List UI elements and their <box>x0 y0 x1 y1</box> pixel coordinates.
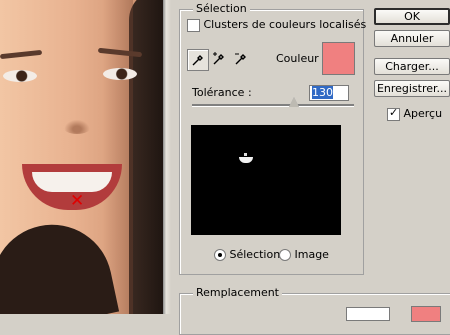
window-divider <box>163 0 171 314</box>
radio-image-label: Image <box>294 248 329 261</box>
radio-image-option[interactable]: Image <box>279 248 329 261</box>
radio-selection-option[interactable]: Sélection <box>214 248 280 261</box>
color-swatch[interactable] <box>322 42 355 75</box>
sample-point-icon: ✕ <box>70 191 85 211</box>
preview-option[interactable]: Aperçu <box>387 106 443 121</box>
hair-lower <box>0 213 120 314</box>
left-brow <box>0 49 43 60</box>
save-button[interactable]: Enregistrer... <box>374 80 450 97</box>
replacement-group <box>179 293 450 335</box>
selection-group-title: Sélection <box>193 2 250 15</box>
radio-selection-label: Sélection <box>229 248 281 261</box>
tolerance-input[interactable]: 130 <box>309 85 349 101</box>
tolerance-slider-thumb[interactable] <box>289 97 299 107</box>
preview-label: Aperçu <box>403 107 443 120</box>
clusters-checkbox[interactable] <box>187 18 200 32</box>
tolerance-slider[interactable] <box>192 104 354 107</box>
clusters-label: Clusters de couleurs localisés <box>203 18 367 31</box>
radio-selection[interactable] <box>214 249 226 261</box>
hair-shape <box>129 0 163 314</box>
ok-button[interactable]: OK <box>374 8 450 25</box>
eyedropper-icon[interactable] <box>187 49 209 71</box>
tolerance-label: Tolérance : <box>192 86 252 99</box>
nose <box>62 118 92 134</box>
replacement-color-swatch[interactable] <box>411 306 441 322</box>
selection-preview <box>191 125 341 235</box>
radio-image[interactable] <box>279 249 291 261</box>
cancel-button[interactable]: Annuler <box>374 30 450 47</box>
eyedropper-minus-icon[interactable] <box>231 49 251 69</box>
left-eye <box>3 70 37 82</box>
replacement-field[interactable] <box>346 307 390 321</box>
right-eye <box>103 68 137 80</box>
preview-checkbox[interactable] <box>387 106 400 121</box>
clusters-option[interactable]: Clusters de couleurs localisés <box>187 18 366 32</box>
replacement-group-title: Remplacement <box>193 286 282 299</box>
eyedropper-plus-icon[interactable] <box>209 49 229 69</box>
color-label: Couleur : <box>276 52 326 65</box>
load-button[interactable]: Charger... <box>374 58 450 75</box>
face-photo: ✕ <box>0 0 163 314</box>
